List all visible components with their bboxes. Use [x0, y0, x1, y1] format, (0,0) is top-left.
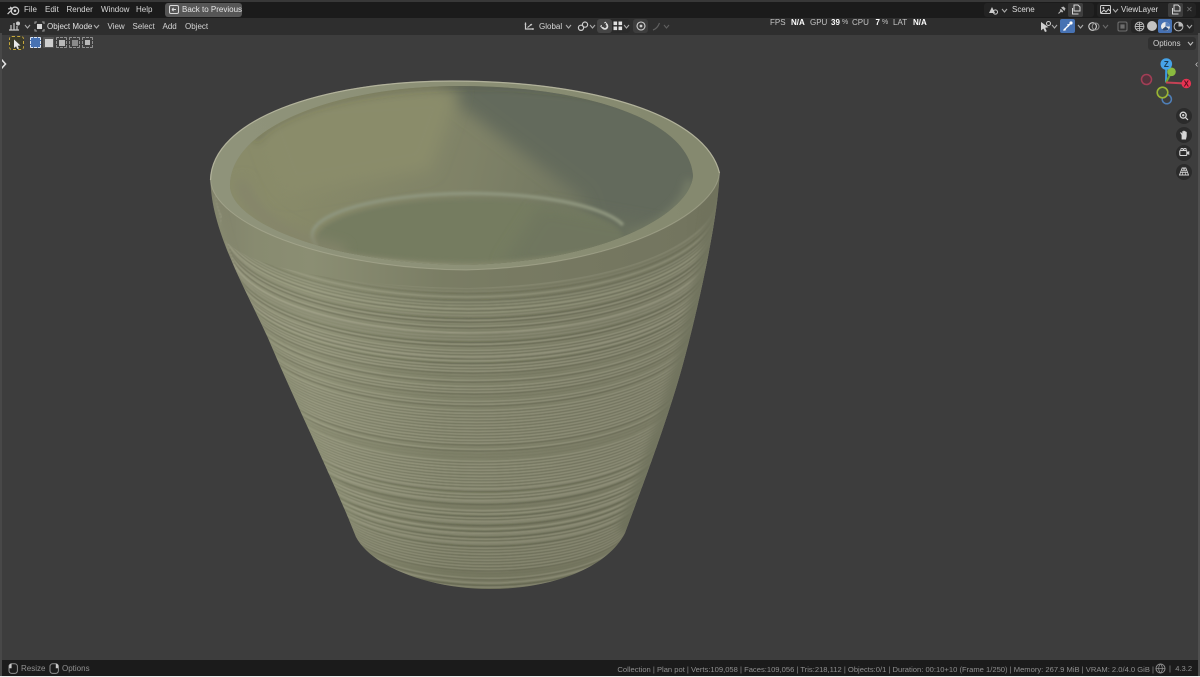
svg-text:X: X — [1184, 79, 1190, 88]
svg-text:Z: Z — [1164, 60, 1169, 69]
